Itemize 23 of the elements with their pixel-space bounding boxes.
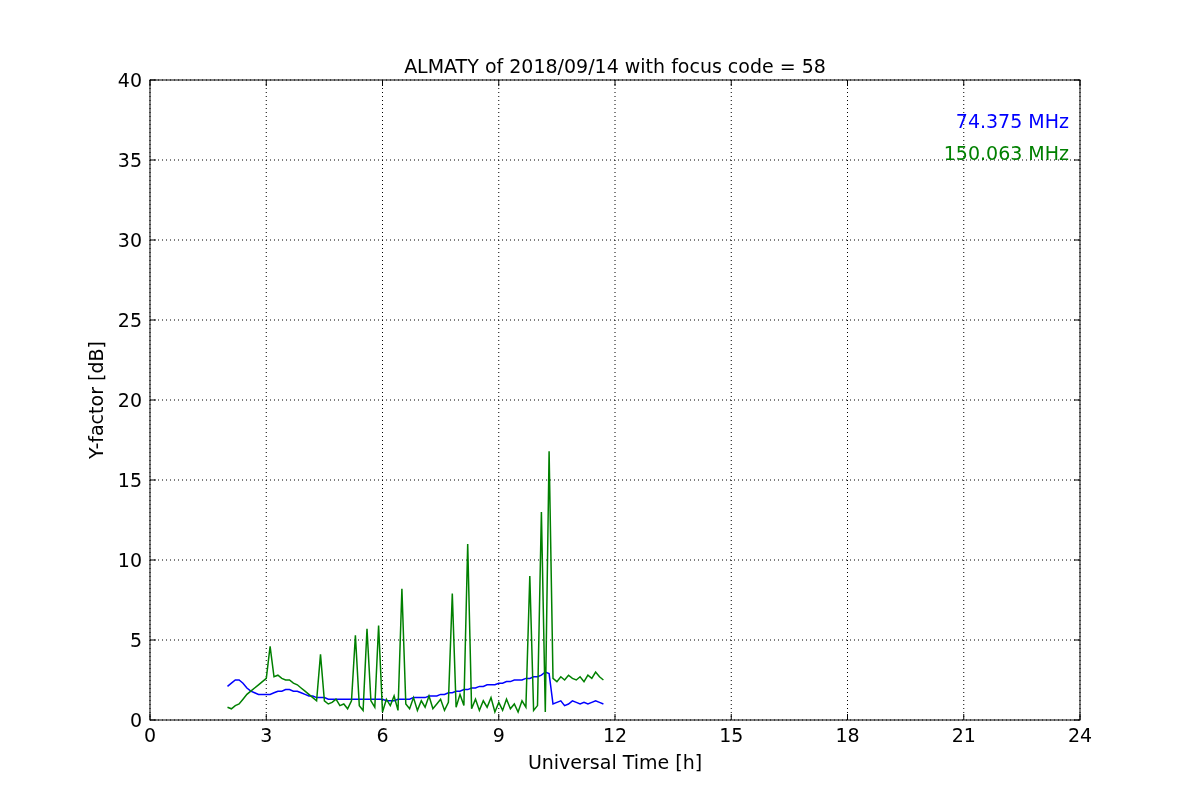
tick-label: 12 xyxy=(602,724,628,746)
tick-label: 6 xyxy=(376,724,389,746)
tick-label: 0 xyxy=(143,724,157,746)
legend-label: 74.375 MHz xyxy=(955,110,1069,132)
tick-label: 24 xyxy=(1067,724,1093,746)
legend-label: 150.063 MHz xyxy=(943,142,1069,164)
tick-label: 10 xyxy=(117,549,142,571)
chart-title: ALMATY of 2018/09/14 with focus code = 58 xyxy=(404,55,826,77)
tick-label: 9 xyxy=(492,724,505,746)
tick-label: 25 xyxy=(117,309,142,331)
tick-label: 30 xyxy=(117,229,142,251)
tick-label: 40 xyxy=(117,69,142,91)
tick-label: 3 xyxy=(260,724,273,746)
tick-label: 5 xyxy=(129,629,142,651)
tick-label: 35 xyxy=(117,149,142,171)
tick-label: 20 xyxy=(117,389,142,411)
tick-label: 0 xyxy=(129,709,142,731)
tick-label: 15 xyxy=(117,469,142,491)
tick-label: 21 xyxy=(951,724,976,746)
axis-label: Y-factor [dB] xyxy=(85,341,107,459)
tick-label: 15 xyxy=(719,724,744,746)
axis-label: Universal Time [h] xyxy=(527,751,703,773)
tick-label: 18 xyxy=(835,724,860,746)
